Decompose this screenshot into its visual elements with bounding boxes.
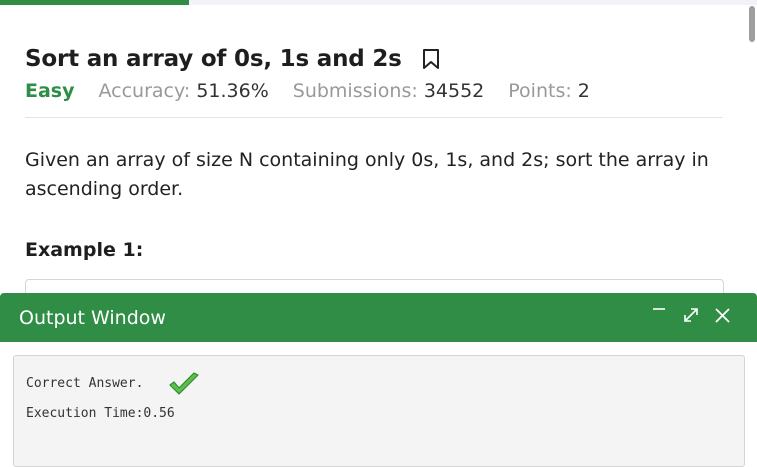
accuracy-label: Accuracy: — [98, 80, 191, 102]
check-icon — [167, 372, 201, 398]
difficulty-badge: Easy — [25, 80, 75, 102]
points-value: 2 — [577, 80, 590, 102]
divider — [25, 117, 723, 118]
execution-time-text: Execution Time:0.56 — [26, 406, 175, 421]
accuracy-stat: Accuracy: 51.36% — [99, 80, 269, 102]
output-window-header[interactable]: Output Window — [0, 293, 757, 342]
points-label: Points: — [508, 80, 572, 102]
submissions-stat: Submissions: 34552 — [293, 80, 485, 102]
problem-description: Given an array of size N containing only… — [25, 149, 709, 200]
points-stat: Points: 2 — [508, 80, 590, 102]
bookmark-icon[interactable] — [422, 48, 440, 70]
title-row: Sort an array of 0s, 1s and 2s — [25, 46, 440, 72]
scrollbar[interactable] — [749, 6, 755, 42]
problem-title: Sort an array of 0s, 1s and 2s — [25, 46, 402, 72]
top-progress-bar — [0, 0, 757, 5]
expand-icon[interactable] — [681, 305, 701, 325]
problem-meta: Easy Accuracy: 51.36% Submissions: 34552… — [25, 80, 614, 102]
output-result-text: Correct Answer. — [26, 376, 144, 391]
output-window: Output Window Correct Answer. Execution … — [0, 293, 757, 467]
output-body: Correct Answer. Execution Time:0.56 — [13, 355, 745, 467]
submissions-label: Submissions: — [292, 80, 418, 102]
submissions-value: 34552 — [423, 80, 485, 102]
progress-fill — [0, 0, 190, 5]
accuracy-value: 51.36% — [196, 80, 269, 102]
output-window-title: Output Window — [19, 307, 166, 329]
example-heading: Example 1: — [25, 239, 144, 261]
minimize-icon[interactable] — [650, 305, 670, 325]
close-icon[interactable] — [712, 305, 732, 325]
